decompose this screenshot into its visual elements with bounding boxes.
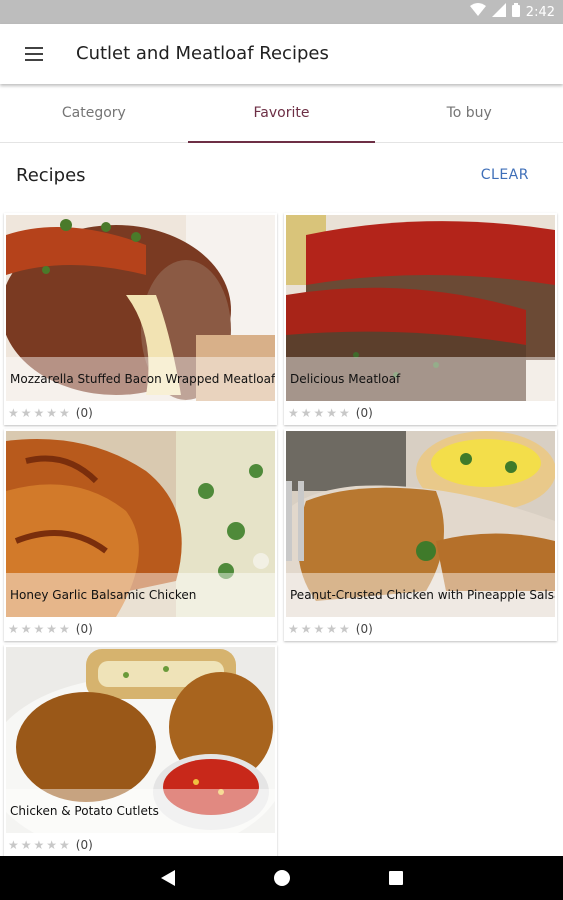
tab-bar: Category Favorite To buy [0,84,563,143]
recipe-title: Delicious Meatloaf [286,357,555,401]
status-icons: 2:42 [469,0,555,24]
recipe-title: Mozzarella Stuffed Bacon Wrapped Meatloa… [6,357,275,401]
status-bar: 2:42 [0,0,563,24]
rating-count: (0) [75,406,93,420]
battery-icon [511,3,520,21]
section-header: Recipes CLEAR [0,143,563,211]
rating-stars: ★★★★★ [288,622,352,636]
tab-category[interactable]: Category [0,84,188,142]
recipe-photo: Chicken & Potato Cutlets [6,647,275,833]
recipe-title: Chicken & Potato Cutlets [6,789,275,833]
recipe-rating: ★★★★★ (0) [8,836,93,854]
recipe-photo: Delicious Meatloaf [286,215,555,401]
app-title: Cutlet and Meatloaf Recipes [76,43,329,64]
status-time: 2:42 [525,4,555,20]
recipe-title: Peanut-Crusted Chicken with Pineapple Sa… [286,573,555,617]
recipe-rating: ★★★★★ (0) [288,620,373,638]
rating-stars: ★★★★★ [288,406,352,420]
section-title: Recipes [16,165,86,186]
recipe-card[interactable]: Chicken & Potato Cutlets ★★★★★ (0) [4,645,277,857]
wifi-icon [469,3,486,21]
rating-count: (0) [75,838,93,852]
clear-button[interactable]: CLEAR [481,167,529,183]
recipe-photo: Peanut-Crusted Chicken with Pineapple Sa… [286,431,555,617]
recipe-card[interactable]: Delicious Meatloaf ★★★★★ (0) [284,213,557,425]
signal-icon [491,3,506,21]
recipe-card[interactable]: Mozzarella Stuffed Bacon Wrapped Meatloa… [4,213,277,425]
rating-count: (0) [75,622,93,636]
recents-icon[interactable] [384,866,408,890]
rating-stars: ★★★★★ [8,622,72,636]
rating-count: (0) [355,406,373,420]
back-icon[interactable] [156,866,180,890]
recipe-title: Honey Garlic Balsamic Chicken [6,573,275,617]
tab-to-buy[interactable]: To buy [375,84,563,142]
recipe-photo: Mozzarella Stuffed Bacon Wrapped Meatloa… [6,215,275,401]
rating-count: (0) [355,622,373,636]
recipe-rating: ★★★★★ (0) [8,404,93,422]
rating-stars: ★★★★★ [8,838,72,852]
recipe-rating: ★★★★★ (0) [8,620,93,638]
navigation-bar [0,856,563,900]
recipe-rating: ★★★★★ (0) [288,404,373,422]
hamburger-menu-icon[interactable] [14,34,54,74]
app-bar: Cutlet and Meatloaf Recipes [0,24,563,84]
rating-stars: ★★★★★ [8,406,72,420]
recipe-card[interactable]: Peanut-Crusted Chicken with Pineapple Sa… [284,429,557,641]
tab-favorite[interactable]: Favorite [187,84,376,143]
recipe-card[interactable]: Honey Garlic Balsamic Chicken ★★★★★ (0) [4,429,277,641]
recipe-photo: Honey Garlic Balsamic Chicken [6,431,275,617]
home-icon[interactable] [270,866,294,890]
